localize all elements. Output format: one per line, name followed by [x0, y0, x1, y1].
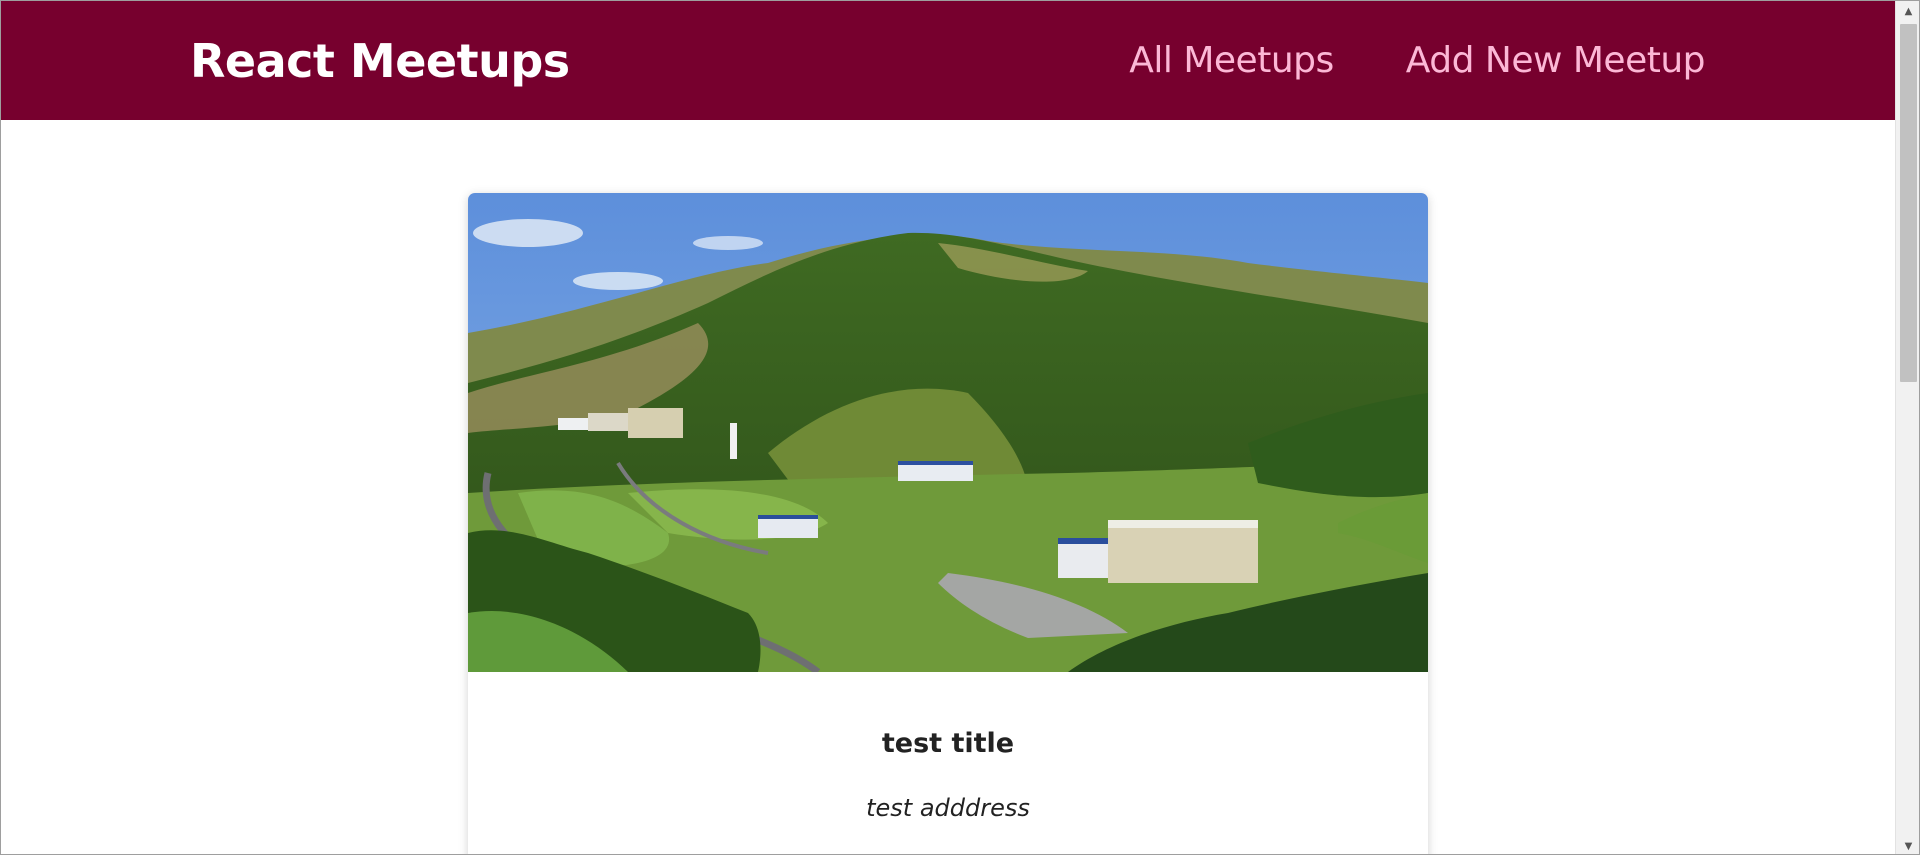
meetup-address: test adddress: [866, 794, 1030, 822]
meetup-card: test title test adddress: [468, 193, 1428, 855]
nav-link-all-meetups[interactable]: All Meetups: [1129, 40, 1334, 81]
main-header: React Meetups All Meetups Add New Meetup: [0, 0, 1895, 120]
scrollbar-thumb[interactable]: [1900, 24, 1917, 382]
arrow-down-icon[interactable]: ▼: [1896, 837, 1920, 855]
nav-link-add-new-meetup[interactable]: Add New Meetup: [1406, 40, 1706, 81]
meetup-title: test title: [881, 728, 1015, 759]
meetup-image: [468, 193, 1428, 672]
vertical-scrollbar[interactable]: ▲ ▼: [1895, 0, 1920, 855]
site-logo: React Meetups: [190, 34, 570, 88]
main-nav: All Meetups Add New Meetup: [1129, 40, 1705, 81]
arrow-up-icon[interactable]: ▲: [1896, 2, 1920, 20]
